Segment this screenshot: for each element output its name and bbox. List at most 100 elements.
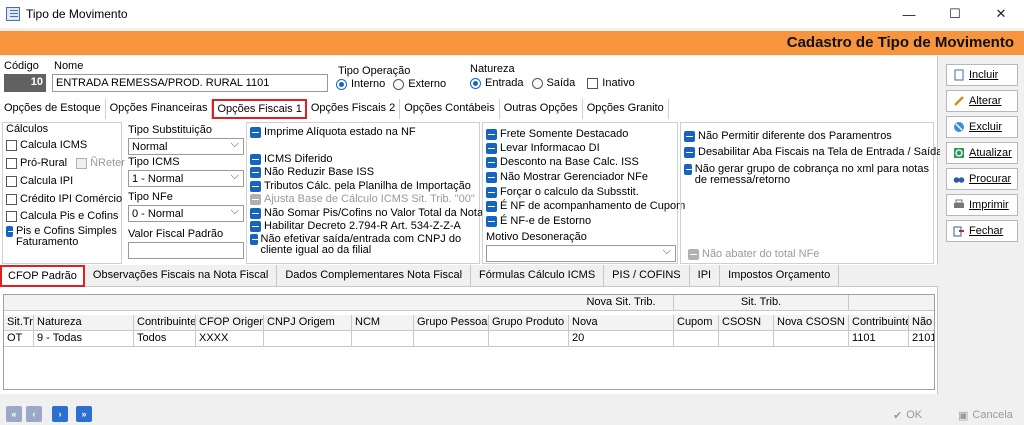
- nfe-estorno-checkbox[interactable]: [486, 216, 497, 227]
- tab-cfop-padrao[interactable]: CFOP Padrão: [0, 265, 85, 287]
- close-button[interactable]: ✕: [978, 0, 1024, 28]
- levar-di-label: Levar Informacao DI: [500, 142, 600, 154]
- table-cell[interactable]: Todos: [134, 331, 196, 347]
- table-cell[interactable]: 2101: [909, 331, 934, 347]
- frete-destacado-checkbox[interactable]: [486, 129, 497, 140]
- next-icon[interactable]: ›: [52, 406, 68, 422]
- cancela-button[interactable]: ▣ Cancela: [958, 406, 1013, 424]
- tab-opcoes-contabeis[interactable]: Opções Contábeis: [400, 99, 500, 119]
- table-cell[interactable]: 1101: [849, 331, 909, 347]
- col-nova[interactable]: Nova: [569, 315, 674, 331]
- tipo-nfe-select[interactable]: 0 - Normal: [128, 205, 244, 222]
- tipo-substituicao-select[interactable]: Normal: [128, 138, 244, 155]
- col-cnpj-origem[interactable]: CNPJ Origem: [264, 315, 352, 331]
- excluir-button[interactable]: Excluir: [946, 116, 1018, 138]
- table-cell[interactable]: [774, 331, 849, 347]
- ok-button[interactable]: ✔ OK: [893, 406, 922, 424]
- nreter-checkbox[interactable]: [76, 158, 88, 169]
- procurar-button[interactable]: Procurar: [946, 168, 1018, 190]
- tab-opcoes-fiscais-2[interactable]: Opções Fiscais 2: [307, 99, 401, 119]
- radio-saida[interactable]: [531, 77, 543, 89]
- credito-ipi-checkbox[interactable]: [6, 194, 17, 205]
- col-nao[interactable]: Não: [909, 315, 934, 331]
- nao-efetivar-checkbox[interactable]: [250, 234, 259, 245]
- col-contribuinte[interactable]: Contribuinte: [134, 315, 196, 331]
- calcula-ipi-checkbox[interactable]: [6, 176, 17, 187]
- col-grupo-pessoa[interactable]: Grupo Pessoa: [414, 315, 489, 331]
- tributos-planilha-checkbox[interactable]: [250, 181, 261, 192]
- col-cupom[interactable]: Cupom: [674, 315, 719, 331]
- decreto-checkbox[interactable]: [250, 221, 261, 232]
- pis-cofins-simples-checkbox[interactable]: [6, 226, 15, 237]
- desconto-iss-checkbox[interactable]: [486, 157, 497, 168]
- table-cell[interactable]: [674, 331, 719, 347]
- col-cfop-origem[interactable]: CFOP Origem: [196, 315, 264, 331]
- table-cell[interactable]: 9 - Todas: [34, 331, 134, 347]
- table-cell[interactable]: [264, 331, 352, 347]
- nao-gerar-cobranca-checkbox[interactable]: [684, 164, 693, 175]
- codigo-field[interactable]: 10: [4, 74, 46, 92]
- tab-formulas-icms[interactable]: Fórmulas Cálculo ICMS: [471, 265, 605, 287]
- maximize-button[interactable]: ☐: [932, 0, 978, 28]
- col-grupo-produto[interactable]: Grupo Produto: [489, 315, 569, 331]
- nao-mostrar-nfe-checkbox[interactable]: [486, 172, 497, 183]
- nao-permitir-diferente-checkbox[interactable]: [684, 131, 695, 142]
- nf-cupom-checkbox[interactable]: [486, 201, 497, 212]
- col-sit-tr[interactable]: Sit.Tr: [4, 315, 34, 331]
- fechar-button[interactable]: Fechar: [946, 220, 1018, 242]
- motivo-desoneracao-select[interactable]: [486, 245, 676, 262]
- tab-dados-complementares[interactable]: Dados Complementares Nota Fiscal: [277, 265, 472, 287]
- col-ncm[interactable]: NCM: [352, 315, 414, 331]
- tributos-planilha-label: Tributos Cálc. pela Planilha de Importaç…: [264, 180, 471, 192]
- imprimir-button[interactable]: Imprimir: [946, 194, 1018, 216]
- col-natureza[interactable]: Natureza: [34, 315, 134, 331]
- nome-field[interactable]: ENTRADA REMESSA/PROD. RURAL 1101: [52, 74, 328, 92]
- nao-abater-checkbox[interactable]: [688, 249, 699, 260]
- prev-icon[interactable]: ‹: [26, 406, 42, 422]
- tab-opcoes-fiscais-1[interactable]: Opções Fiscais 1: [212, 99, 307, 119]
- minimize-button[interactable]: —: [886, 0, 932, 28]
- last-icon[interactable]: »: [76, 406, 92, 422]
- valor-fiscal-field[interactable]: [128, 242, 244, 259]
- table-cell[interactable]: 20: [569, 331, 674, 347]
- tab-opcoes-granito[interactable]: Opções Granito: [583, 99, 669, 119]
- atualizar-button[interactable]: Atualizar: [946, 142, 1018, 164]
- levar-di-checkbox[interactable]: [486, 143, 497, 154]
- icms-diferido-checkbox[interactable]: [250, 154, 261, 165]
- calcula-pis-cofins-checkbox[interactable]: [6, 211, 17, 222]
- first-icon[interactable]: «: [6, 406, 22, 422]
- col-csosn[interactable]: CSOSN: [719, 315, 774, 331]
- tab-opcoes-estoque[interactable]: Opções de Estoque: [0, 99, 106, 119]
- tab-outras-opcoes[interactable]: Outras Opções: [500, 99, 583, 119]
- col-contribuinte-2[interactable]: Contribuinte: [849, 315, 909, 331]
- tab-ipi[interactable]: IPI: [690, 265, 721, 287]
- natureza-label: Natureza: [470, 63, 515, 75]
- table-cell[interactable]: [414, 331, 489, 347]
- nao-efetivar-label: Não efetivar saída/entrada com CNPJ do c…: [260, 233, 462, 256]
- tipo-icms-select[interactable]: 1 - Normal: [128, 170, 244, 187]
- col-nova-csosn[interactable]: Nova CSOSN: [774, 315, 849, 331]
- nao-reduzir-iss-checkbox[interactable]: [250, 167, 261, 178]
- radio-externo[interactable]: [393, 78, 405, 90]
- desabilitar-aba-checkbox[interactable]: [684, 147, 695, 158]
- radio-entrada[interactable]: [470, 77, 481, 89]
- table-cell[interactable]: [489, 331, 569, 347]
- table-cell[interactable]: OT: [4, 331, 34, 347]
- ajusta-base-checkbox[interactable]: [250, 194, 261, 205]
- tab-impostos-orcamento[interactable]: Impostos Orçamento: [720, 265, 840, 287]
- tab-observacoes-fiscais[interactable]: Observações Fiscais na Nota Fiscal: [85, 265, 278, 287]
- alterar-button[interactable]: Alterar: [946, 90, 1018, 112]
- forcar-subst-checkbox[interactable]: [486, 187, 497, 198]
- table-cell[interactable]: XXXX: [196, 331, 264, 347]
- table-cell[interactable]: [352, 331, 414, 347]
- incluir-button[interactable]: Incluir: [946, 64, 1018, 86]
- table-cell[interactable]: [719, 331, 774, 347]
- radio-interno[interactable]: [336, 78, 347, 90]
- imprime-aliquota-checkbox[interactable]: [250, 127, 261, 138]
- inativo-checkbox[interactable]: [587, 77, 599, 89]
- pro-rural-checkbox[interactable]: [6, 158, 17, 169]
- tab-pis-cofins[interactable]: PIS / COFINS: [604, 265, 690, 287]
- tab-opcoes-financeiras[interactable]: Opções Financeiras: [106, 99, 213, 119]
- calcula-icms-checkbox[interactable]: [6, 140, 17, 151]
- nao-somar-pis-checkbox[interactable]: [250, 208, 261, 219]
